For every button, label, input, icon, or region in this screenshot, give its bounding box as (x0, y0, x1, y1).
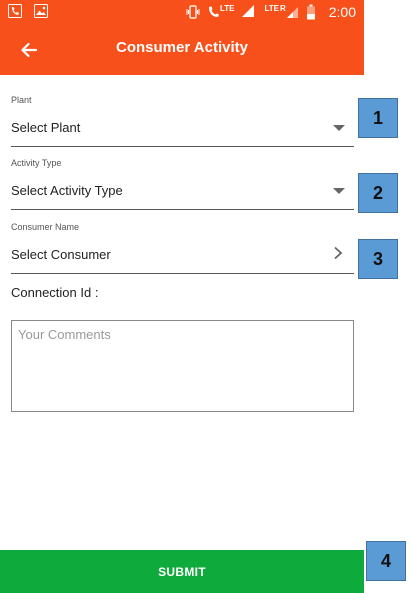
dropdown-arrow-icon (333, 125, 345, 131)
activity-type-underline (11, 209, 354, 210)
plant-dropdown[interactable]: Plant Select Plant (11, 95, 354, 147)
plant-value: Select Plant (11, 120, 81, 135)
callout-badge-3: 3 (358, 239, 398, 279)
status-bar-right: LTE LTE R 2:00 (185, 2, 356, 22)
lte-label: LTE (219, 3, 235, 13)
callout-badge-2: 2 (358, 173, 398, 213)
app-bar: Consumer Activity (0, 24, 364, 75)
app-screen: LTE LTE R 2:00 Consumer Activity Plant S… (0, 0, 364, 593)
comments-textarea[interactable] (11, 320, 354, 412)
status-bar-left (8, 4, 50, 20)
plant-label: Plant (11, 95, 32, 105)
dropdown-arrow-icon (333, 188, 345, 194)
connection-id-label: Connection Id : (11, 285, 99, 300)
activity-type-label: Activity Type (11, 158, 62, 168)
status-bar: LTE LTE R 2:00 (0, 0, 364, 24)
callout-badge-4: 4 (366, 541, 406, 581)
image-notification-icon (34, 4, 50, 20)
battery-icon (306, 4, 322, 20)
consumer-value: Select Consumer (11, 247, 111, 262)
consumer-name-label: Consumer Name (11, 222, 80, 232)
call-lte-icon: LTE (208, 3, 235, 19)
vibrate-icon (185, 4, 201, 20)
signal-icon (241, 4, 257, 20)
chevron-right-icon (332, 246, 344, 260)
page-title: Consumer Activity (116, 39, 248, 56)
lte-signal-icon: LTE R (264, 3, 298, 19)
consumer-selector[interactable]: Consumer Name Select Consumer (11, 222, 354, 274)
phone-notification-icon (8, 4, 24, 20)
consumer-underline (11, 273, 354, 274)
callout-badge-1: 1 (358, 98, 398, 138)
submit-button[interactable]: SUBMIT (0, 550, 364, 593)
plant-underline (11, 146, 354, 147)
roaming-label: R (279, 3, 286, 13)
lte2-label: LTE (264, 3, 279, 13)
activity-type-value: Select Activity Type (11, 183, 123, 198)
activity-type-dropdown[interactable]: Activity Type Select Activity Type (11, 158, 354, 210)
status-time: 2:00 (328, 4, 356, 20)
